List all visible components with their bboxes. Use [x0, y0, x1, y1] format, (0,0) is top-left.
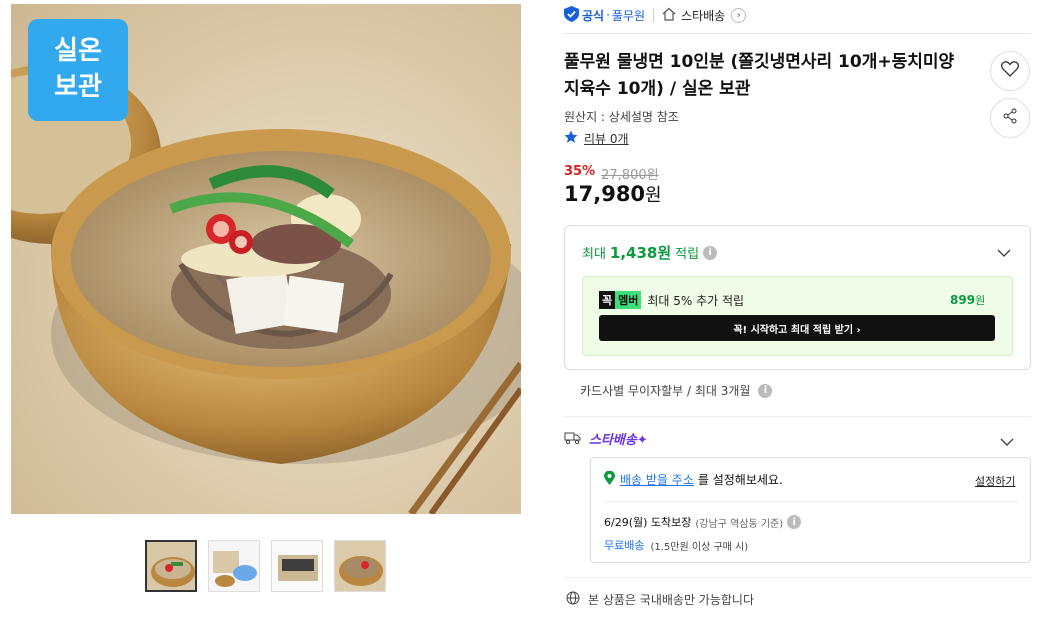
- thumbnail-2[interactable]: [208, 540, 260, 592]
- official-label: 공식: [582, 8, 605, 23]
- reward-chevron-down-icon[interactable]: [997, 243, 1011, 262]
- member-row: 꼭 멤버 최대 5% 추가 적립: [599, 291, 744, 309]
- official-dot: ·: [606, 8, 610, 22]
- info-icon[interactable]: i: [703, 245, 718, 260]
- brand-link[interactable]: 풀무원: [612, 7, 645, 24]
- thumbnail-3[interactable]: [271, 540, 323, 592]
- heart-icon: [1000, 61, 1020, 81]
- shipping-divider: [604, 501, 1018, 502]
- title-line2: 지육수 10개) / 실온 보관: [564, 79, 751, 99]
- member-amount: 899원: [950, 292, 985, 308]
- arrival-date: 6/29(월) 도착보장: [604, 516, 692, 529]
- badge-line1: 실온: [54, 36, 102, 66]
- star-delivery-logo-text: 스타배송: [589, 433, 637, 448]
- address-hint: 를 설정해보세요.: [697, 473, 783, 487]
- sparkle-icon: ✦: [636, 433, 648, 448]
- free-shipping-note: (1.5만원 이상 구매 시): [650, 541, 749, 553]
- member-badge-right: 멤버: [615, 291, 642, 309]
- reward-prefix: 최대: [582, 247, 606, 262]
- domestic-row: 본 상품은 국내배송만 가능합니다: [566, 591, 754, 608]
- share-button[interactable]: [990, 98, 1030, 138]
- reward-summary: 최대 1,438원 적립 i: [582, 242, 718, 263]
- sale-price: 17,980원: [564, 181, 662, 207]
- review-link[interactable]: 리뷰 0개: [584, 130, 629, 147]
- title-line1: 풀무원 물냉면 10인분 (쫄깃냉면사리 10개+동치미양: [564, 52, 955, 72]
- badge-line2: 보관: [54, 72, 102, 102]
- thumbnail-4[interactable]: [334, 540, 386, 592]
- free-shipping-row: 무료배송 (1.5만원 이상 구매 시): [604, 537, 748, 553]
- divider: [653, 8, 655, 22]
- member-amount-unit: 원: [975, 294, 986, 307]
- wishlist-button[interactable]: [990, 51, 1030, 91]
- installment-text: 카드사별 무이자할부 / 최대 3개월: [580, 384, 751, 398]
- star-delivery-store-link[interactable]: 스타배송: [681, 7, 725, 24]
- home-icon: [662, 7, 676, 24]
- star-delivery-logo: 스타배송✦: [589, 429, 648, 448]
- reward-suffix: 적립: [675, 247, 700, 262]
- product-title: 풀무원 물냉면 10인분 (쫄깃냉면사리 10개+동치미양 지육수 10개) /…: [564, 49, 984, 103]
- sale-price-amount: 17,980: [564, 182, 646, 206]
- address-row: 배송 받을 주소 를 설정해보세요.: [604, 470, 783, 488]
- divider-3: [564, 577, 1031, 578]
- globe-icon: [566, 591, 580, 608]
- member-text: 최대 5% 추가 적립: [647, 293, 745, 308]
- official-shield-icon: [564, 5, 579, 25]
- star-icon: [564, 130, 578, 147]
- thumbnail-1[interactable]: [145, 540, 197, 592]
- header-divider: [564, 33, 1031, 34]
- truck-icon: [564, 430, 581, 449]
- member-start-button[interactable]: 꼭! 시작하고 최대 적립 받기 ›: [599, 315, 995, 341]
- arrival-info-icon[interactable]: i: [787, 515, 802, 529]
- reward-points: 1,438원: [609, 244, 672, 262]
- room-temperature-badge: 실온보관: [28, 19, 128, 121]
- address-link[interactable]: 배송 받을 주소: [620, 471, 694, 488]
- domestic-text: 본 상품은 국내배송만 가능합니다: [588, 593, 755, 607]
- installment-row: 카드사별 무이자할부 / 최대 3개월 i: [580, 382, 773, 399]
- origin-text: 원산지 : 상세설명 참조: [564, 110, 679, 124]
- divider-2: [564, 416, 1031, 417]
- member-amount-value: 899: [950, 293, 976, 307]
- chevron-right-icon[interactable]: ›: [731, 7, 747, 23]
- installment-info-icon[interactable]: i: [758, 383, 773, 398]
- location-pin-icon: [604, 470, 615, 488]
- seller-row: 공식 · 풀무원 스타배송 ›: [564, 5, 747, 25]
- free-shipping-label: 무료배송: [604, 539, 645, 552]
- sale-price-unit: 원: [645, 185, 662, 206]
- arrival-row: 6/29(월) 도착보장 (강남구 역삼동 기준) i: [604, 514, 802, 530]
- setup-address-link[interactable]: 설정하기: [975, 473, 1015, 489]
- share-icon: [1002, 108, 1018, 128]
- review-row[interactable]: 리뷰 0개: [564, 130, 629, 147]
- member-badge-left: 꼭: [599, 291, 616, 309]
- arrival-note: (강남구 역삼동 기준): [695, 518, 784, 530]
- delivery-chevron-down-icon[interactable]: [1000, 432, 1014, 451]
